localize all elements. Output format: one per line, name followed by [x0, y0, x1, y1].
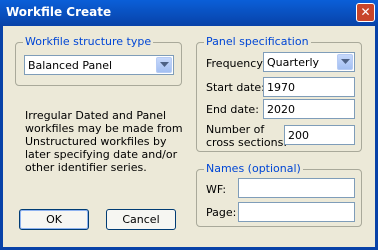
end-date-label: End date:	[206, 103, 259, 116]
close-icon: ✕	[360, 5, 371, 19]
page-label: Page:	[206, 206, 237, 219]
ok-button[interactable]: OK	[19, 209, 89, 230]
page-name-input[interactable]	[238, 202, 355, 222]
frequency-label: Frequency:	[206, 57, 266, 70]
end-date-input[interactable]	[263, 99, 355, 119]
frequency-select[interactable]: Quarterly	[263, 52, 355, 72]
names-group-label: Names (optional)	[204, 162, 303, 175]
structure-group-label: Workfile structure type	[23, 35, 154, 48]
wf-label: WF:	[206, 183, 227, 196]
cross-sections-label-line2: cross sections:	[206, 136, 288, 149]
chevron-down-icon[interactable]	[156, 57, 172, 73]
structure-type-select[interactable]: Balanced Panel	[24, 55, 174, 75]
frequency-value: Quarterly	[267, 56, 320, 69]
start-date-label: Start date:	[206, 81, 265, 94]
structure-type-value: Balanced Panel	[28, 59, 113, 72]
cross-sections-label-line1: Number of	[206, 123, 265, 136]
cross-sections-input[interactable]	[284, 125, 355, 145]
wf-name-input[interactable]	[238, 178, 355, 198]
start-date-input[interactable]	[263, 77, 355, 97]
panel-spec-group-label: Panel specification	[204, 35, 311, 48]
window-title: Workfile Create	[6, 5, 112, 19]
close-button[interactable]: ✕	[356, 3, 375, 22]
chevron-down-icon[interactable]	[337, 54, 353, 70]
title-bar: Workfile Create ✕	[0, 0, 378, 26]
cancel-button[interactable]: Cancel	[106, 209, 176, 230]
structure-note: Irregular Dated and Panel workfiles may …	[25, 109, 183, 174]
